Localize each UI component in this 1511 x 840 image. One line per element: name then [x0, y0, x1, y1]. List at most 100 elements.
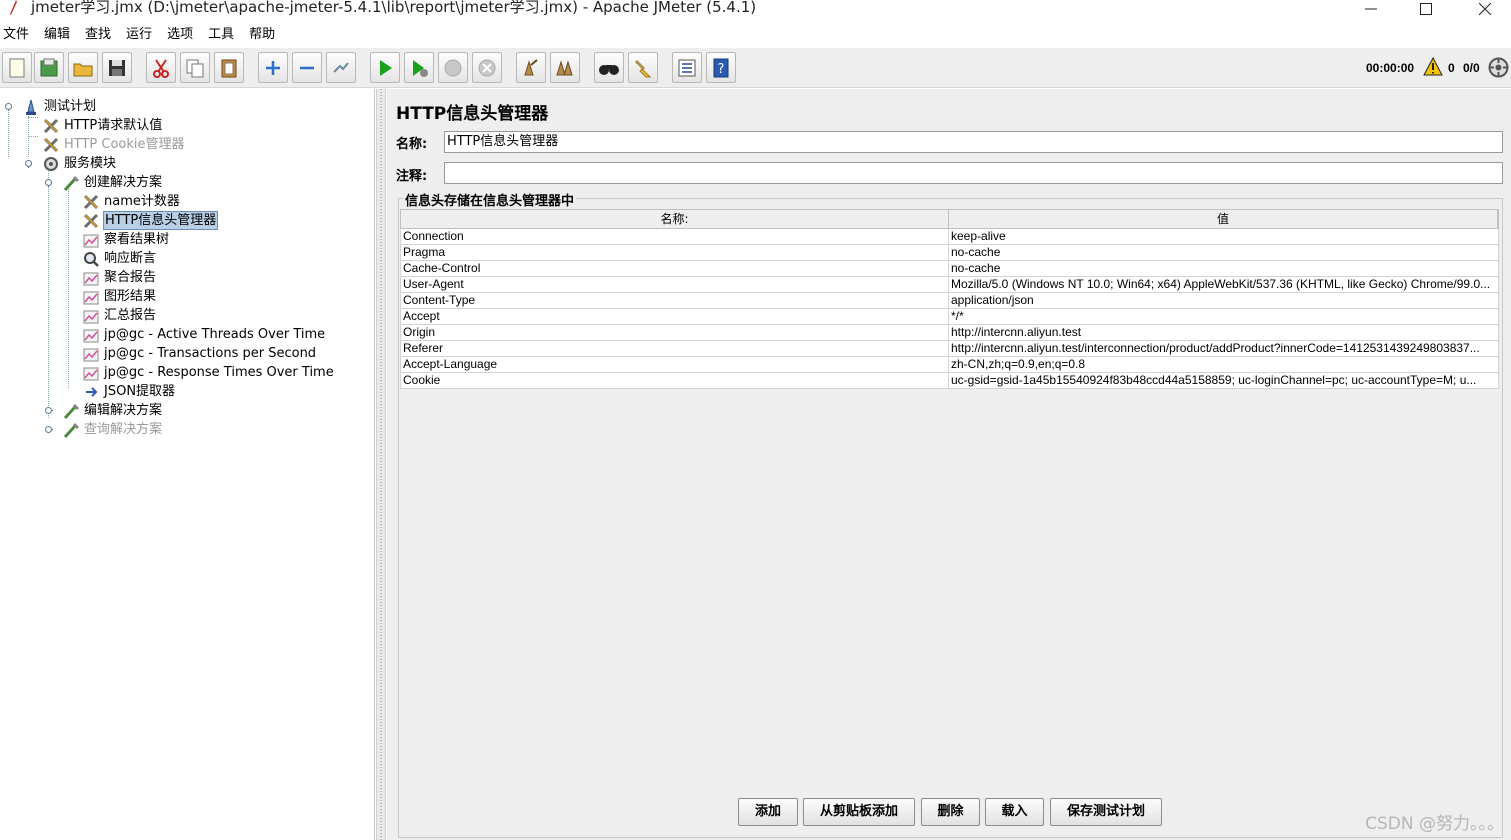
- cut-button[interactable]: [146, 52, 176, 83]
- header-value-cell[interactable]: http://intercnn.aliyun.test/interconnect…: [949, 341, 1499, 357]
- header-name-cell[interactable]: Accept-Language: [400, 357, 949, 373]
- shutdown-button[interactable]: [472, 52, 502, 83]
- table-row[interactable]: Pragma no-cache: [400, 245, 1499, 261]
- save-test-plan-button[interactable]: 保存测试计划: [1050, 798, 1162, 826]
- column-header-value[interactable]: 值: [949, 210, 1498, 228]
- templates-icon: [40, 58, 58, 76]
- stop-icon: [444, 59, 462, 76]
- toggle-button[interactable]: [326, 52, 356, 83]
- tree-node-label: jp@gc - Transactions per Second: [104, 346, 317, 361]
- minimize-button[interactable]: [1348, 0, 1394, 18]
- header-value-cell[interactable]: application/json: [949, 293, 1499, 309]
- expand-all-button[interactable]: [258, 52, 288, 83]
- table-row[interactable]: Content-Type application/json: [400, 293, 1499, 309]
- header-manager-panel: HTTP信息头管理器 名称: HTTP信息头管理器 注释: 信息头存储在信息头管…: [387, 89, 1511, 840]
- split-pane-divider[interactable]: [376, 89, 386, 840]
- stop-button[interactable]: [438, 52, 468, 83]
- paste-button[interactable]: [214, 52, 244, 83]
- name-field[interactable]: HTTP信息头管理器: [444, 131, 1503, 153]
- reset-search-button[interactable]: [628, 52, 658, 83]
- open-button[interactable]: [68, 52, 98, 83]
- tree-node-label: JSON提取器: [104, 384, 176, 399]
- menu-options[interactable]: 选项: [164, 24, 199, 46]
- function-helper-button[interactable]: [672, 52, 702, 83]
- table-row[interactable]: User-Agent Mozilla/5.0 (Windows NT 10.0; …: [400, 277, 1499, 293]
- tree-node-label: HTTP Cookie管理器: [64, 137, 185, 152]
- header-name-cell[interactable]: Accept: [400, 309, 949, 325]
- header-name-cell[interactable]: Content-Type: [400, 293, 949, 309]
- tree-node-label: 察看结果树: [104, 232, 170, 247]
- header-name-cell[interactable]: Referer: [400, 341, 949, 357]
- menu-search[interactable]: 查找: [82, 24, 117, 46]
- table-row[interactable]: Origin http://intercnn.aliyun.test: [400, 325, 1499, 341]
- new-button[interactable]: [2, 52, 32, 83]
- table-row[interactable]: Cookie uc-gsid=gsid-1a45b15540924f83b48cc…: [400, 373, 1499, 389]
- collapsed-toggle-icon[interactable]: [44, 425, 53, 434]
- header-name-cell[interactable]: User-Agent: [400, 277, 949, 293]
- listener-icon: [83, 291, 99, 305]
- header-value-cell[interactable]: */*: [949, 309, 1499, 325]
- function-helper-icon: [678, 59, 696, 76]
- clear-all-button[interactable]: [550, 52, 580, 83]
- controller-icon: [63, 175, 80, 192]
- column-header-name[interactable]: 名称:: [401, 210, 949, 228]
- table-row[interactable]: Cache-Control no-cache: [400, 261, 1499, 277]
- menu-help[interactable]: 帮助: [246, 24, 281, 46]
- save-button[interactable]: [102, 52, 132, 83]
- clear-button[interactable]: [516, 52, 546, 83]
- listener-icon: [83, 310, 99, 324]
- header-value-cell[interactable]: keep-alive: [949, 229, 1499, 245]
- delete-button[interactable]: 删除: [921, 798, 980, 826]
- tree-node-label: 服务模块: [64, 156, 117, 171]
- start-no-pause-button[interactable]: [404, 52, 434, 83]
- copy-button[interactable]: [180, 52, 210, 83]
- warning-icon[interactable]: [1423, 57, 1443, 76]
- start-button[interactable]: [370, 52, 400, 83]
- header-name-cell[interactable]: Pragma: [400, 245, 949, 261]
- header-value-cell[interactable]: http://intercnn.aliyun.test: [949, 325, 1499, 341]
- active-threads: 0/0: [1463, 61, 1480, 75]
- toolbar: ? 00:00:00 0 0/0: [0, 48, 1511, 88]
- header-name-cell[interactable]: Origin: [400, 325, 949, 341]
- load-button[interactable]: 载入: [985, 798, 1044, 826]
- collapsed-toggle-icon[interactable]: [44, 406, 53, 415]
- table-row[interactable]: Referer http://intercnn.aliyun.test/inter…: [400, 341, 1499, 357]
- expanded-toggle-icon[interactable]: [4, 102, 13, 111]
- add-from-clipboard-button[interactable]: 从剪贴板添加: [803, 798, 915, 826]
- help-button[interactable]: ?: [706, 52, 736, 83]
- comment-field[interactable]: [444, 162, 1503, 184]
- header-value-cell[interactable]: uc-gsid=gsid-1a45b15540924f83b48ccd44a51…: [949, 373, 1499, 389]
- header-value-cell[interactable]: zh-CN,zh;q=0.9,en;q=0.8: [949, 357, 1499, 373]
- header-value-cell[interactable]: Mozilla/5.0 (Windows NT 10.0; Win64; x64…: [949, 277, 1499, 293]
- menu-edit[interactable]: 编辑: [41, 24, 76, 46]
- tree-node-label: 汇总报告: [104, 308, 157, 323]
- maximize-button[interactable]: [1403, 0, 1449, 18]
- listener-icon: [83, 272, 99, 286]
- header-value-cell[interactable]: no-cache: [949, 261, 1499, 277]
- menu-file[interactable]: 文件: [0, 24, 35, 46]
- table-row[interactable]: Accept */*: [400, 309, 1499, 325]
- header-name-cell[interactable]: Cache-Control: [400, 261, 949, 277]
- table-row[interactable]: Accept-Language zh-CN,zh;q=0.9,en;q=0.8: [400, 357, 1499, 373]
- header-name-cell[interactable]: Connection: [400, 229, 949, 245]
- close-button[interactable]: [1462, 0, 1508, 18]
- test-plan-tree: [0, 89, 375, 840]
- menu-run[interactable]: 运行: [123, 24, 158, 46]
- collapse-all-button[interactable]: [292, 52, 322, 83]
- expanded-toggle-icon[interactable]: [24, 159, 33, 168]
- assertion-icon: [84, 252, 99, 267]
- header-value-cell[interactable]: no-cache: [949, 245, 1499, 261]
- add-button[interactable]: 添加: [738, 798, 798, 826]
- search-button[interactable]: [594, 52, 624, 83]
- remote-status-icon[interactable]: [1488, 57, 1509, 78]
- save-icon: [109, 59, 125, 76]
- templates-button[interactable]: [34, 52, 64, 83]
- menu-tools[interactable]: 工具: [205, 24, 240, 46]
- new-icon: [9, 58, 25, 77]
- comment-label: 注释:: [396, 169, 428, 184]
- search-icon: [599, 64, 619, 75]
- table-row[interactable]: Connection keep-alive: [400, 229, 1499, 245]
- watermark: CSDN @努力。。。: [1365, 814, 1504, 834]
- expanded-toggle-icon[interactable]: [44, 178, 53, 187]
- header-name-cell[interactable]: Cookie: [400, 373, 949, 389]
